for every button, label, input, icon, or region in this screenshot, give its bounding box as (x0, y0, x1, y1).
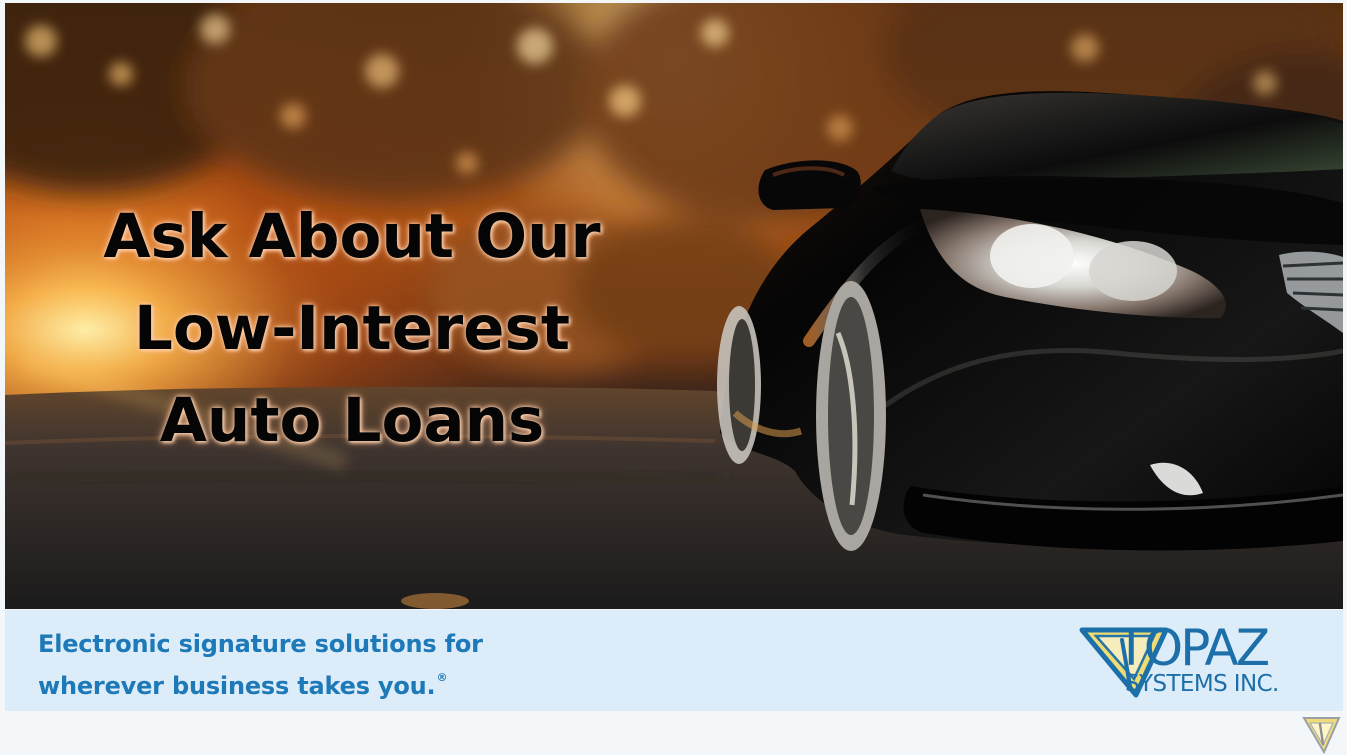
headline-line-3: Auto Loans (159, 385, 545, 456)
logo-systems-inc-text: SYSTEMS INC. (1125, 671, 1279, 697)
hero-image: Ask About Our Low-Interest Auto Loans (5, 3, 1343, 609)
headline-line-2: Low-Interest (133, 293, 571, 364)
brand-footer: Electronic signature solutions for where… (5, 610, 1343, 711)
topaz-small-badge-icon (1302, 717, 1341, 755)
tagline-line-1: Electronic signature solutions for (38, 630, 483, 658)
tagline-line-2-text: wherever business takes you. (38, 672, 436, 700)
headline-line-1: Ask About Our (103, 201, 601, 272)
company-tagline: Electronic signature solutions for where… (38, 627, 483, 703)
advertisement-slide: Ask About Our Low-Interest Auto Loans El… (0, 0, 1347, 755)
tagline-line-2: wherever business takes you.® (38, 661, 483, 703)
logo-topaz-text: TOPAZ (1116, 619, 1270, 677)
registered-trademark-symbol: ® (436, 671, 448, 684)
topaz-systems-logo: TOPAZ SYSTEMS INC. (1078, 622, 1328, 700)
loan-offer-headline: Ask About Our Low-Interest Auto Loans (27, 191, 677, 467)
